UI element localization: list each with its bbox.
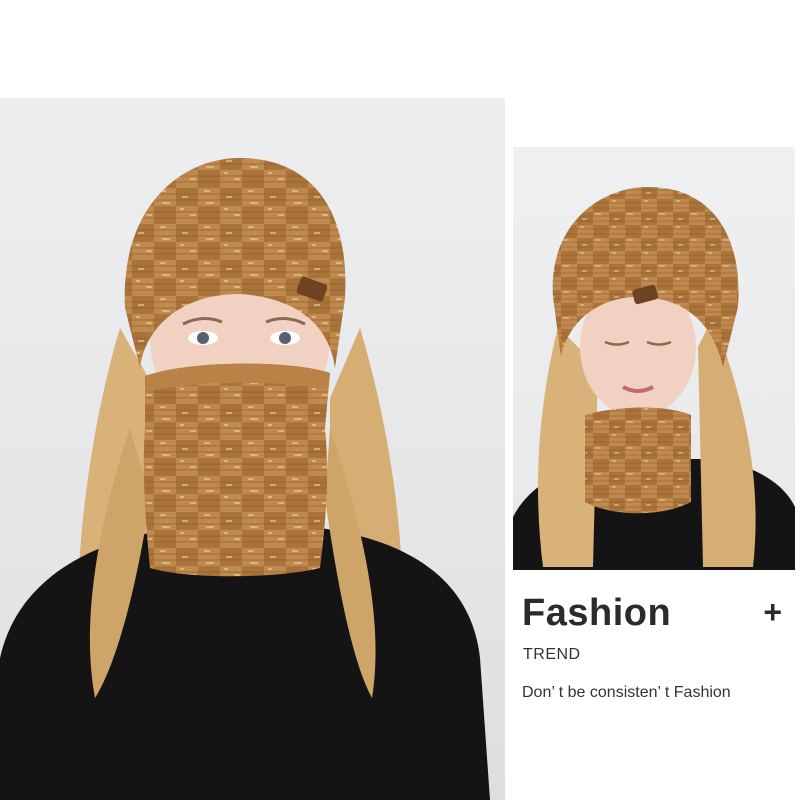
scarf	[143, 363, 330, 577]
headline: Fashion	[522, 592, 672, 634]
caption-block: Fashion + TREND Don’ t be consisten’ t F…	[520, 592, 790, 722]
product-photo-main	[0, 98, 505, 800]
product-photo-side	[513, 147, 795, 570]
subheading: TREND	[523, 646, 581, 663]
tagline: Don’ t be consisten’ t Fashion	[522, 684, 731, 701]
plus-icon: +	[763, 594, 782, 630]
neck-scarf	[585, 407, 691, 514]
